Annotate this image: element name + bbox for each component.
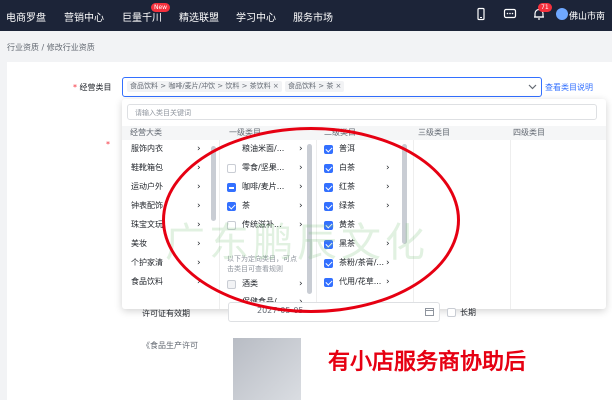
category-search-input[interactable]: 请输入类目关键词: [127, 104, 597, 120]
list-item[interactable]: 普洱: [324, 140, 404, 158]
annotation-caption: 有小店服务商协助后: [328, 350, 527, 375]
longterm-checkbox[interactable]: [447, 308, 456, 317]
avatar[interactable]: [556, 8, 568, 20]
list-item[interactable]: 零食/坚果... ›: [227, 159, 307, 177]
column-header: 一级类目: [219, 126, 316, 140]
chevron-right-icon: ›: [386, 163, 390, 173]
nav-item-learning[interactable]: 学习中心: [236, 9, 276, 24]
selected-tag: 食品饮料 > 茶 ×: [285, 81, 345, 92]
category-label: * 经营类目: [73, 83, 112, 92]
column-header: 二级类目: [316, 126, 413, 140]
checkbox[interactable]: [227, 164, 236, 173]
calendar-icon[interactable]: [425, 307, 434, 316]
nav-item-service-market[interactable]: 服务市场: [293, 9, 333, 24]
chevron-right-icon: ›: [197, 182, 201, 192]
list-item[interactable]: 食品饮料 ›: [131, 273, 211, 291]
chevron-right-icon: ›: [299, 163, 303, 173]
list-item[interactable]: 咖啡/麦片... ›: [227, 178, 307, 196]
chevron-right-icon: ›: [299, 182, 303, 192]
selected-tag: 食品饮料 > 咖啡/麦片/冲饮 > 饮料 > 茶饮料 ×: [127, 81, 282, 92]
chevron-right-icon: ›: [197, 144, 201, 154]
chevron-right-icon: ›: [197, 163, 201, 173]
chevron-right-icon: ›: [299, 144, 303, 154]
user-name[interactable]: 佛山市南: [569, 9, 612, 22]
checkbox[interactable]: [324, 278, 333, 287]
list-item[interactable]: 白茶 ›: [324, 159, 404, 177]
list-item[interactable]: 粮油米面/... ›: [227, 140, 307, 158]
chevron-right-icon: ›: [386, 277, 390, 287]
longterm-option[interactable]: 长期: [447, 307, 476, 318]
checkbox[interactable]: [324, 145, 333, 154]
chevron-right-icon: ›: [299, 279, 303, 289]
view-category-help-link[interactable]: 查看类目说明: [545, 82, 593, 93]
nav-item-compass[interactable]: 电商罗盘: [6, 9, 46, 24]
level4-column: [510, 140, 606, 309]
top-nav-bar: 电商罗盘 营销中心 巨量千川 New 精选联盟 学习中心 服务市场 71 佛山市…: [0, 0, 612, 31]
breadcrumb: 行业资质 / 修改行业资质: [7, 43, 95, 52]
column-header: 经营大类: [122, 126, 219, 140]
license-photo: [233, 338, 301, 400]
checkbox[interactable]: [324, 183, 333, 192]
nav-item-marketing[interactable]: 营销中心: [64, 9, 104, 24]
checkbox[interactable]: [227, 280, 236, 289]
watermark: 广东鹏辰文化: [165, 220, 429, 266]
notification-count-badge: 71: [538, 3, 552, 12]
list-item[interactable]: 红茶 ›: [324, 178, 404, 196]
food-license-label: 《食品生产许可: [142, 341, 198, 350]
list-item[interactable]: 运动户外 ›: [131, 178, 211, 196]
chevron-down-icon[interactable]: [528, 83, 537, 91]
checkbox[interactable]: [227, 183, 236, 192]
category-cascader: 请输入类目关键词 经营大类 一级类目 二级类目 三级类目 四级类目 服饰内衣 › …: [122, 99, 606, 309]
column-header: 三级类目: [413, 126, 510, 140]
required-mark: *: [106, 140, 110, 149]
checkbox[interactable]: [324, 164, 333, 173]
chevron-right-icon: ›: [386, 182, 390, 192]
nav-item-alliance[interactable]: 精选联盟: [179, 9, 219, 24]
new-badge: New: [151, 3, 171, 12]
list-item[interactable]: 服饰内衣 ›: [131, 140, 211, 158]
validity-label: 许可证有效期: [142, 309, 190, 318]
message-icon[interactable]: [503, 7, 517, 21]
list-item[interactable]: 代用/花草... ›: [324, 273, 404, 291]
list-item[interactable]: 酒类 ›: [227, 275, 307, 293]
chevron-right-icon: ›: [197, 277, 201, 287]
list-item[interactable]: 鞋靴箱包 ›: [131, 159, 211, 177]
phone-icon[interactable]: [474, 7, 488, 21]
column-header: 四级类目: [510, 126, 606, 140]
validity-date-value: 2027-05-05: [257, 306, 304, 315]
validity-date-input[interactable]: 2027-05-05: [228, 302, 440, 322]
category-select[interactable]: 食品饮料 > 咖啡/麦片/冲饮 > 饮料 > 茶饮料 × 食品饮料 > 茶 ×: [122, 77, 542, 97]
